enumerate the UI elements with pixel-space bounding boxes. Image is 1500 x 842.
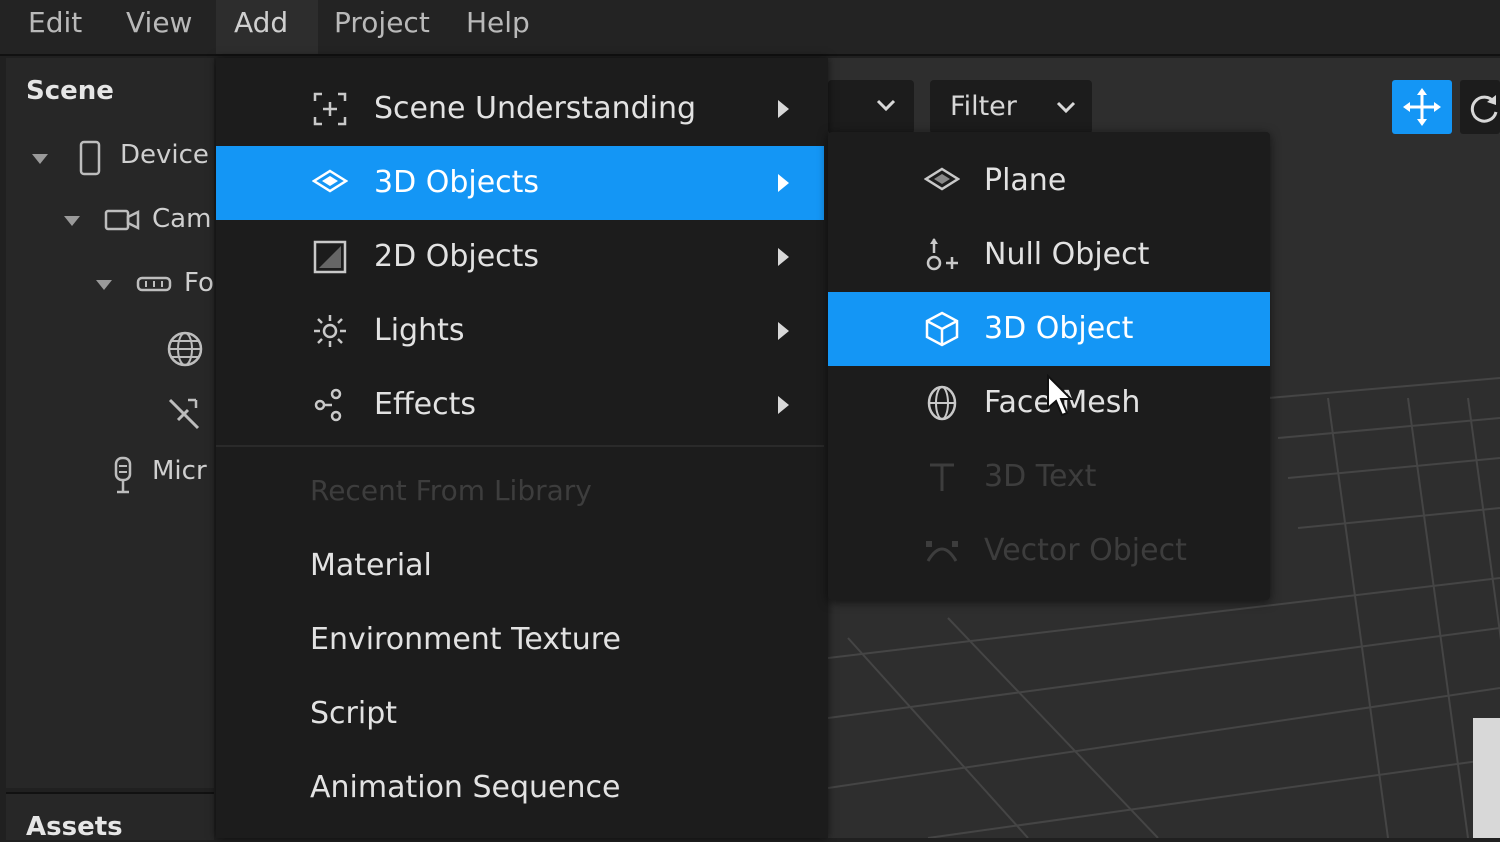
assets-panel: Assets	[6, 792, 214, 842]
submenu-arrow-icon	[778, 248, 789, 266]
light-icon	[314, 315, 346, 347]
menu-view[interactable]: View	[108, 0, 210, 54]
face-mesh-icon	[927, 385, 957, 421]
menu-item-material[interactable]: Material	[310, 548, 432, 583]
chevron-down-icon	[876, 99, 896, 112]
submenu-arrow-icon	[778, 174, 789, 192]
menu-edit[interactable]: Edit	[10, 0, 100, 54]
menu-item-environment-texture[interactable]: Environment Texture	[310, 622, 621, 657]
recent-from-library-header: Recent From Library	[310, 474, 592, 507]
tree-item-microphone[interactable]: Micr	[152, 456, 214, 486]
scene-panel: Scene Device Cam Fo Micr	[6, 58, 214, 788]
menu-item-3d-objects[interactable]: 3D Objects	[216, 146, 824, 220]
effect-icon[interactable]	[166, 394, 204, 432]
tree-item-camera[interactable]: Cam	[152, 204, 214, 234]
expand-triangle-icon[interactable]	[64, 216, 80, 226]
menu-separator	[216, 445, 824, 447]
submenu-arrow-icon	[778, 322, 789, 340]
expand-triangle-icon[interactable]	[96, 280, 112, 290]
menu-item-label: Scene Understanding	[374, 91, 697, 126]
menu-item-label: Lights	[374, 313, 465, 348]
expand-triangle-icon[interactable]	[32, 154, 48, 164]
filter-label: Filter	[950, 91, 1017, 122]
3d-objects-submenu: Plane Null Object 3D Object Face Mesh 3D…	[828, 132, 1270, 600]
menu-item-label: 3D Objects	[374, 165, 540, 200]
2d-objects-icon	[313, 240, 347, 274]
tree-item-face-tracker[interactable]: Fo	[184, 268, 214, 298]
add-menu-dropdown: Scene Understanding 3D Objects 2D Object…	[216, 58, 828, 838]
scene-understanding-icon	[313, 92, 347, 126]
globe-icon[interactable]	[166, 330, 204, 368]
microphone-icon	[114, 456, 132, 494]
mouse-cursor-icon	[1047, 374, 1074, 417]
menu-item-effects[interactable]: Effects	[216, 368, 824, 442]
submenu-arrow-icon	[778, 396, 789, 414]
submenu-item-label: Null Object	[984, 237, 1150, 272]
menu-help[interactable]: Help	[448, 0, 548, 54]
filter-dropdown[interactable]: Filter	[930, 80, 1092, 134]
submenu-item-null-object[interactable]: Null Object	[828, 218, 1270, 292]
submenu-item-label: Vector Object	[984, 533, 1187, 568]
submenu-item-3d-text: 3D Text	[828, 440, 1270, 514]
view-dropdown[interactable]	[828, 80, 914, 134]
effects-icon	[314, 388, 342, 422]
3d-objects-icon	[312, 169, 348, 193]
tree-item-device[interactable]: Device	[120, 140, 214, 170]
menu-item-lights[interactable]: Lights	[216, 294, 824, 368]
chevron-down-icon	[1056, 101, 1076, 114]
menu-item-2d-objects[interactable]: 2D Objects	[216, 220, 824, 294]
submenu-item-plane[interactable]: Plane	[828, 144, 1270, 218]
vector-object-icon	[926, 541, 958, 562]
cube-icon	[925, 311, 959, 347]
submenu-arrow-icon	[778, 100, 789, 118]
null-object-icon	[926, 238, 958, 271]
menu-item-label: Effects	[374, 387, 476, 422]
menu-add[interactable]: Add	[216, 0, 318, 54]
move-tool-button[interactable]	[1392, 80, 1452, 134]
submenu-item-label: 3D Object	[984, 311, 1134, 346]
scene-panel-title: Scene	[26, 76, 114, 106]
submenu-item-label: 3D Text	[984, 459, 1097, 494]
submenu-item-vector-object: Vector Object	[828, 514, 1270, 588]
menu-item-animation-sequence[interactable]: Animation Sequence	[310, 770, 620, 805]
camera-icon	[104, 209, 140, 231]
menu-bar: Edit View Add Project Help	[0, 0, 1500, 56]
menu-item-label: 2D Objects	[374, 239, 540, 274]
submenu-item-label: Plane	[984, 163, 1067, 198]
face-tracker-icon	[136, 276, 172, 292]
text-icon	[930, 463, 954, 491]
plane-icon	[924, 167, 960, 191]
move-arrows-icon	[1403, 88, 1441, 126]
menu-item-scene-understanding[interactable]: Scene Understanding	[216, 72, 824, 146]
menu-item-script[interactable]: Script	[310, 696, 397, 731]
rotate-tool-button[interactable]	[1460, 80, 1500, 134]
menu-project[interactable]: Project	[316, 0, 448, 54]
rotate-icon	[1470, 95, 1498, 123]
device-icon	[79, 140, 101, 176]
submenu-item-3d-object[interactable]: 3D Object	[828, 292, 1270, 366]
